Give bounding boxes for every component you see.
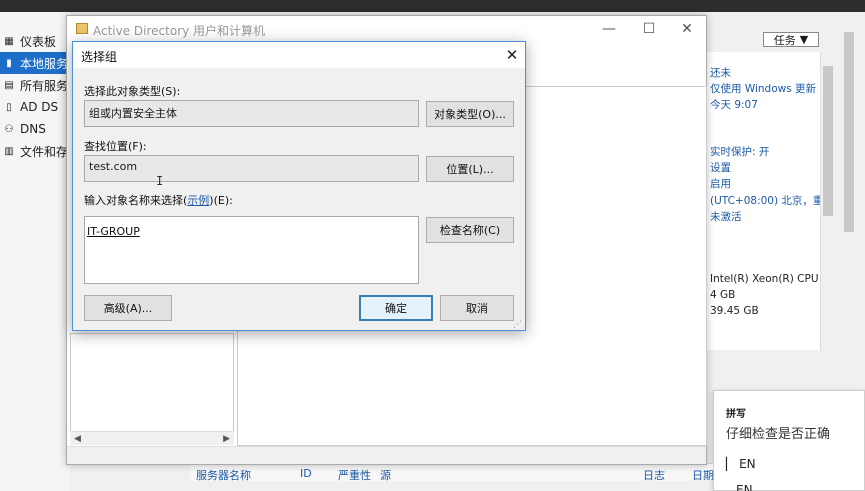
file-storage-icon: ▥ [4,145,14,157]
ime-language-en[interactable]: ▏ EN [726,457,756,471]
all-servers-icon: ▤ [4,79,14,91]
object-names-label: 输入对象名称来选择(示例)(E): [84,192,233,208]
tree-horizontal-scrollbar[interactable]: ◀ ▶ [70,431,234,445]
object-names-label-suffix: )(E): [209,194,233,207]
column-source[interactable]: 源 [380,467,391,483]
cancel-button[interactable]: 取消 [440,295,514,321]
object-name-entry[interactable]: IT-GROUP [87,225,140,238]
property-disk: 39.45 GB [710,305,759,317]
properties-panel: 还未 仅使用 Windows 更新 今天 9:07 实时保护: 开 设置 启用 … [706,52,820,350]
sidebar-item-ad-ds[interactable]: ▯ AD DS [0,96,70,118]
property-last-installed[interactable]: 还未 [710,65,731,80]
ad-ds-icon: ▯ [6,101,12,113]
server-manager-titlebar [0,0,865,12]
object-names-input[interactable]: IT-GROUP [84,216,419,284]
chevron-down-icon: ▼ [799,33,809,46]
aduc-window-title: Active Directory 用户和计算机 [93,24,266,38]
column-log[interactable]: 日志 [643,467,665,483]
dashboard-icon: ▦ [4,35,14,47]
ime-language-en-secondary[interactable]: EN [736,483,753,491]
scroll-left-icon[interactable]: ◀ [74,434,81,444]
sidebar-item-file-storage[interactable]: ▥ 文件和存 [0,140,70,162]
maximize-button[interactable]: ☐ [634,20,664,38]
location-label: 查找位置(F): [84,140,147,153]
ime-popup: 拼写 仔细检查是否正确 ▏ EN EN [713,390,865,491]
property-realtime-protection[interactable]: 实时保护: 开 [710,144,769,159]
column-date[interactable]: 日期 [692,467,714,483]
property-enabled[interactable]: 启用 [710,176,731,191]
select-group-dialog: 选择组 ✕ 选择此对象类型(S): 组或内置安全主体 对象类型(O)... 查找… [72,41,526,331]
aduc-titlebar[interactable]: Active Directory 用户和计算机 — ☐ ✕ [67,16,706,42]
column-server-name[interactable]: 服务器名称 [196,467,251,483]
resize-grip-icon[interactable]: ⋰ [513,320,522,330]
sidebar-item-label: AD DS [20,100,59,114]
sidebar-item-local-server[interactable]: ▮ 本地服务 [0,52,70,74]
column-id[interactable]: ID [300,467,312,480]
tasks-label: 任务 [773,33,796,47]
location-button[interactable]: 位置(L)... [426,156,514,182]
ok-button[interactable]: 确定 [359,295,433,321]
examples-link[interactable]: 示例 [187,194,209,207]
scroll-right-icon[interactable]: ▶ [223,434,230,444]
object-types-field: 组或内置安全主体 [84,100,419,127]
dialog-close-button[interactable]: ✕ [499,44,525,66]
check-names-button[interactable]: 检查名称(C) [426,217,514,243]
folder-icon [76,23,88,34]
advanced-button[interactable]: 高级(A)... [84,295,172,321]
dns-icon: ⚇ [4,123,14,135]
property-memory: 4 GB [710,289,736,301]
column-severity[interactable]: 严重性 [338,467,371,483]
sidebar-item-label: 文件和存 [20,144,69,159]
sidebar-item-label: DNS [20,122,46,136]
object-types-label: 选择此对象类型(S): [84,85,181,98]
events-column-headers: 服务器名称 ID 严重性 源 日志 日期 [190,463,714,483]
server-manager-sidebar: ▦ 仪表板 ▮ 本地服务 ▤ 所有服务 ▯ AD DS ⚇ DNS ▥ 文件和存 [0,12,70,491]
ime-subtitle: 仔细检查是否正确 [726,427,831,442]
location-field: test.com [84,155,419,182]
aduc-tree-pane [70,333,234,443]
sidebar-item-dashboard[interactable]: ▦ 仪表板 [0,30,70,52]
dialog-titlebar[interactable]: 选择组 ✕ [73,42,525,68]
close-button[interactable]: ✕ [672,20,702,38]
aduc-statusbar [67,446,706,464]
text-cursor-icon: ▏ [726,457,736,471]
tasks-dropdown[interactable]: 任务 ▼ [763,32,819,47]
minimize-button[interactable]: — [594,20,624,38]
scrollbar-thumb[interactable] [823,66,833,216]
property-timezone[interactable]: (UTC+08:00) 北京，重庆 [710,193,820,208]
local-server-icon: ▮ [6,57,12,69]
text-cursor-icon: I [156,174,164,188]
object-names-label-prefix: 输入对象名称来选择( [84,194,188,207]
sidebar-item-dns[interactable]: ⚇ DNS [0,118,70,140]
sidebar-item-label: 所有服务 [20,78,69,93]
property-windows-update[interactable]: 仅使用 Windows 更新 [710,81,816,96]
property-activation[interactable]: 未激活 [710,209,742,224]
sidebar-item-label: 仪表板 [20,34,57,49]
property-last-checked[interactable]: 今天 9:07 [710,97,758,112]
scrollbar-thumb[interactable] [844,32,854,232]
ime-language-label: EN [739,457,756,471]
dialog-title: 选择组 [81,50,118,64]
object-types-button[interactable]: 对象类型(O)... [426,101,514,127]
property-processor: Intel(R) Xeon(R) CPU E [710,273,820,285]
sidebar-item-label: 本地服务 [20,56,69,71]
ime-title: 拼写 [726,409,746,420]
property-settings[interactable]: 设置 [710,160,731,175]
sidebar-item-all-servers[interactable]: ▤ 所有服务 [0,74,70,96]
properties-scrollbar[interactable] [820,52,834,350]
